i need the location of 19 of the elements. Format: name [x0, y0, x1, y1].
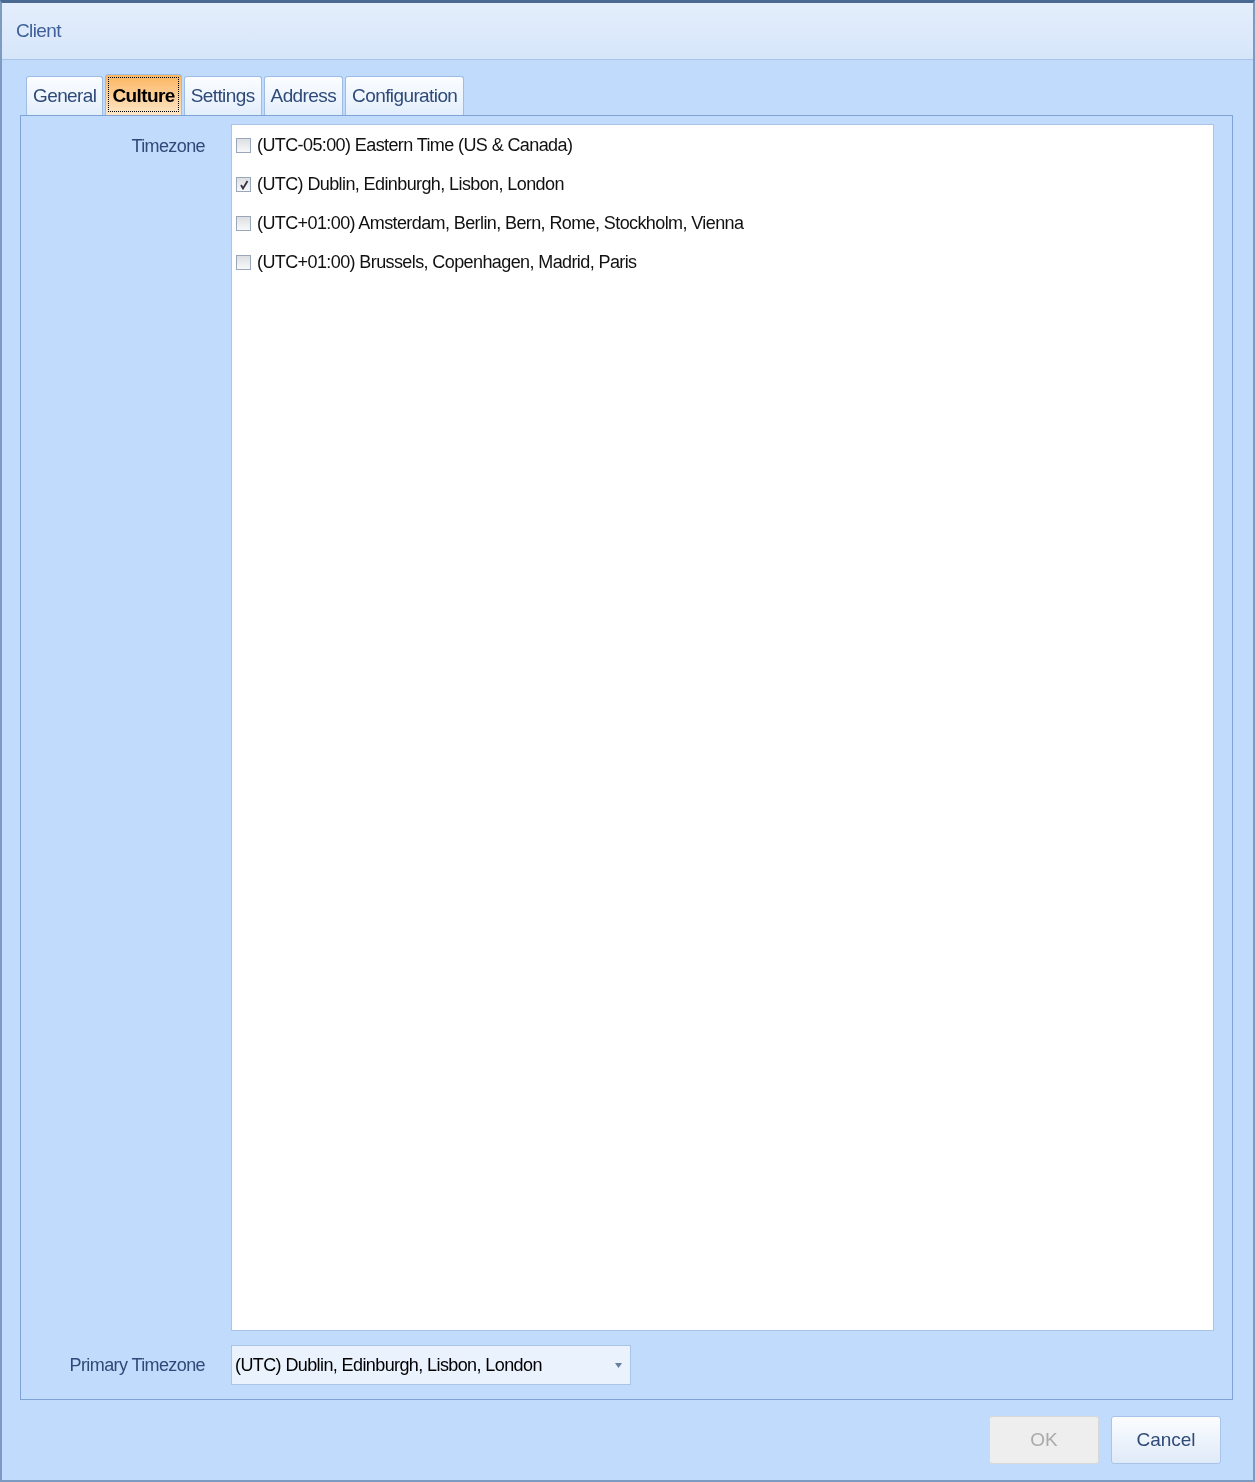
dialog-button[interactable]: Cancel: [1111, 1416, 1221, 1464]
window-title: Client: [16, 20, 61, 42]
field-label: Timezone: [131, 136, 205, 156]
checkbox[interactable]: [236, 216, 251, 231]
field-label: Primary Timezone: [69, 1354, 205, 1375]
timezone-option[interactable]: (UTC-05:00) Eastern Time (US & Canada): [257, 135, 573, 156]
tab[interactable]: Address: [263, 76, 344, 115]
checkbox[interactable]: [236, 138, 251, 153]
dropdown-arrow-icon: [615, 1362, 622, 1368]
tab[interactable]: Culture: [105, 74, 182, 115]
timezone-option[interactable]: (UTC+01:00) Brussels, Copenhagen, Madrid, Paris: [257, 252, 637, 273]
tab[interactable]: General: [26, 76, 104, 115]
tab[interactable]: Settings: [183, 76, 262, 115]
timezone-option[interactable]: (UTC) Dublin, Edinburgh, Lisbon, London: [257, 174, 564, 195]
tab[interactable]: Configuration: [345, 76, 465, 115]
checkbox[interactable]: [236, 177, 251, 192]
timezone-option[interactable]: (UTC+01:00) Amsterdam, Berlin, Bern, Rome, Stockholm, Vienna: [257, 213, 744, 234]
timezone-dropdown[interactable]: (UTC) Dublin, Edinburgh, Lisbon, London: [231, 1345, 631, 1385]
checkbox[interactable]: [236, 255, 251, 270]
